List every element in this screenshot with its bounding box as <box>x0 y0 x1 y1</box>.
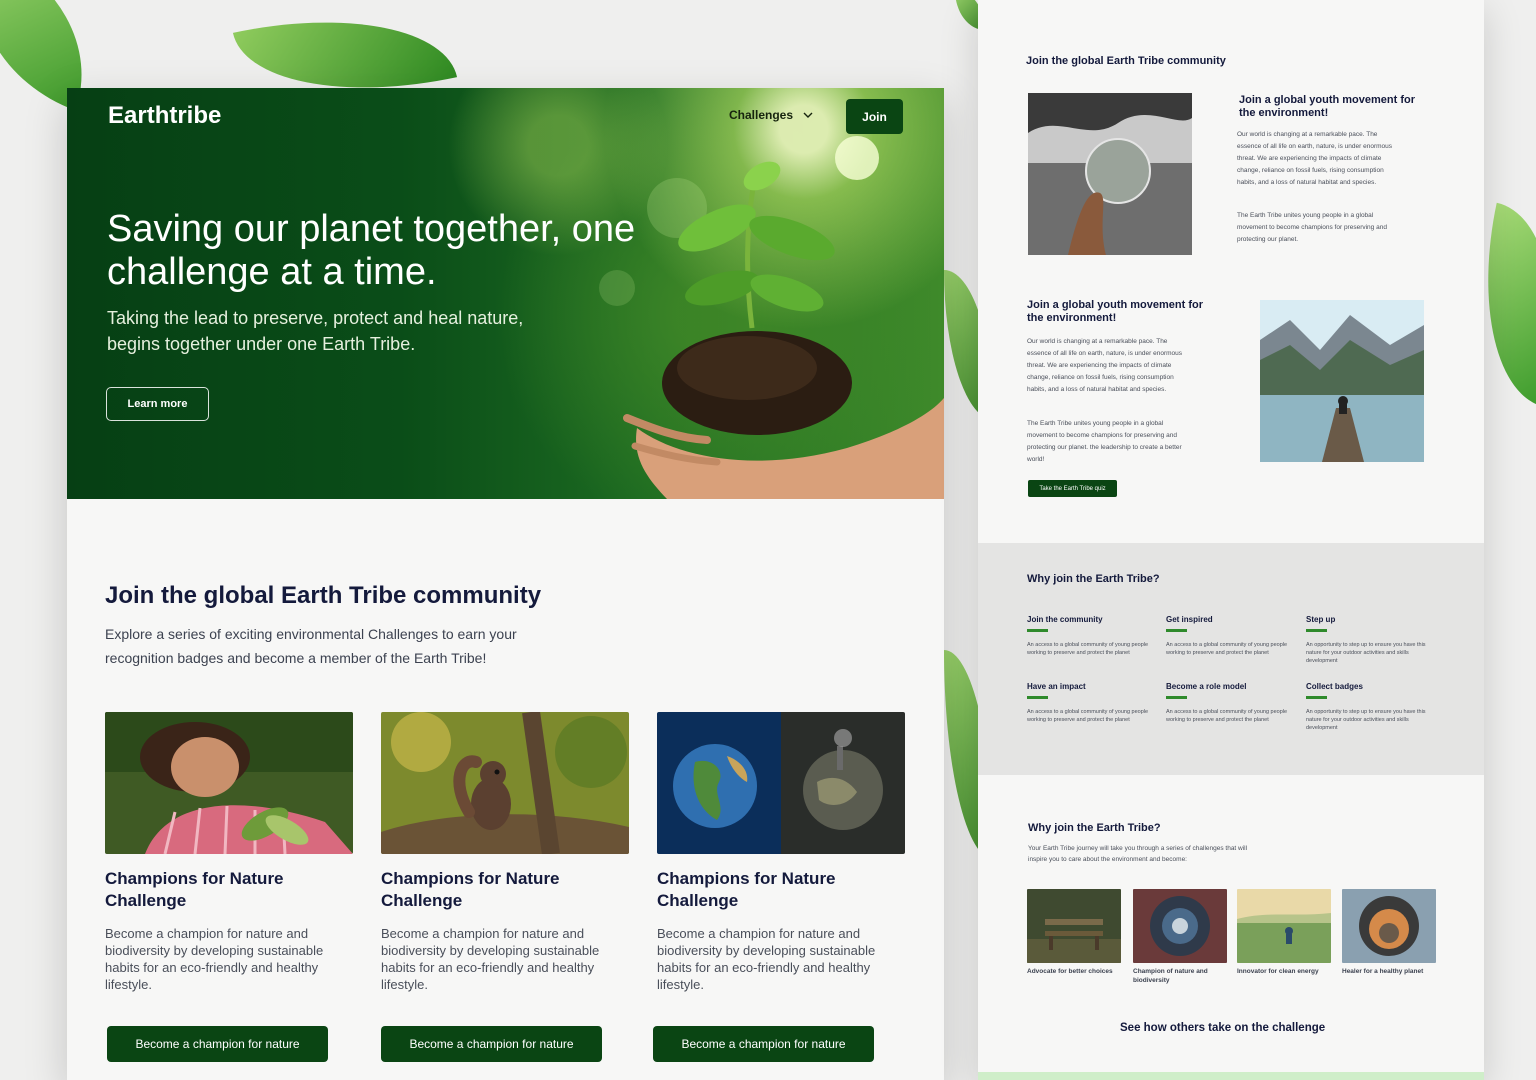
benefit-item: Collect badges An opportunity to step up… <box>1306 682 1426 732</box>
role-card[interactable]: Champion of nature and biodiversity <box>1133 889 1227 985</box>
squirrel-in-forest-image <box>381 712 629 854</box>
why-join-title-2: Why join the Earth Tribe? <box>1028 822 1161 834</box>
benefit-title: Step up <box>1306 615 1336 624</box>
benefit-accent-bar <box>1027 696 1048 699</box>
card-text: Become a champion for nature and biodive… <box>381 926 600 992</box>
role-card[interactable]: Innovator for clean energy <box>1237 889 1331 977</box>
benefit-title: Become a role model <box>1166 682 1247 691</box>
footer-accent-strip <box>978 1072 1484 1080</box>
side-community-title: Join the global Earth Tribe community <box>1026 55 1226 67</box>
card-title: Champions for Nature Challenge <box>381 869 560 910</box>
become-champion-button[interactable]: Become a champion for nature <box>653 1026 874 1062</box>
movement-paragraph-4: The Earth Tribe unites young people in a… <box>1027 420 1182 463</box>
benefit-accent-bar <box>1166 696 1187 699</box>
brand-logo[interactable]: Earthtribe <box>108 102 221 130</box>
benefit-title: Join the community <box>1027 615 1103 624</box>
benefit-text: An access to a global community of young… <box>1166 709 1288 723</box>
hand-holding-glass-ball-image <box>1028 93 1192 255</box>
role-card[interactable]: Healer for a healthy planet <box>1342 889 1436 977</box>
movement-title: Join a global youth movement for the env… <box>1239 94 1416 119</box>
become-champion-button[interactable]: Become a champion for nature <box>381 1026 602 1062</box>
card-title: Champions for Nature Challenge <box>657 869 836 910</box>
movement-paragraph: Our world is changing at a remarkable pa… <box>1237 131 1393 186</box>
why-join-subtitle: Your Earth Tribe journey will take you t… <box>1028 845 1248 863</box>
role-label: Champion of nature and biodiversity <box>1133 968 1208 984</box>
benefit-item: Get inspired An access to a global commu… <box>1166 615 1296 657</box>
hiker-overlook-image <box>1237 889 1331 963</box>
benefit-text: An access to a global community of young… <box>1166 642 1288 656</box>
benefit-text: An access to a global community of young… <box>1027 709 1149 723</box>
chevron-down-icon <box>803 112 813 118</box>
why-join-title: Why join the Earth Tribe? <box>1027 573 1160 585</box>
movement-paragraph-3: Our world is changing at a remarkable pa… <box>1027 338 1183 393</box>
benefit-title: Get inspired <box>1166 615 1213 624</box>
card-title: Champions for Nature Challenge <box>105 869 284 910</box>
see-others-link[interactable]: See how others take on the challenge <box>1120 1022 1325 1034</box>
healthy-vs-polluted-earth-image <box>657 712 905 854</box>
woman-with-plant-image <box>105 712 353 854</box>
benefit-accent-bar <box>1027 629 1048 632</box>
benefit-text: An opportunity to step up to ensure you … <box>1306 709 1426 731</box>
role-label: Healer for a healthy planet <box>1342 968 1424 975</box>
benefit-title: Collect badges <box>1306 682 1363 691</box>
challenge-card: Champions for Nature Challenge Become a … <box>653 712 905 1062</box>
role-label: Innovator for clean energy <box>1237 968 1319 975</box>
nav-challenges-label: Challenges <box>729 108 794 122</box>
benefit-item: Become a role model An access to a globa… <box>1166 682 1296 724</box>
become-champion-button[interactable]: Become a champion for nature <box>107 1026 328 1062</box>
why-join-section: Why join the Earth Tribe? Join the commu… <box>978 543 1484 775</box>
card-text: Become a champion for nature and biodive… <box>105 926 324 992</box>
challenge-card: Champions for Nature Challenge Become a … <box>381 712 629 1062</box>
benefit-item: Step up An opportunity to step up to ens… <box>1306 615 1426 665</box>
card-text: Become a champion for nature and biodive… <box>657 926 876 992</box>
benefit-accent-bar <box>1306 629 1327 632</box>
hero-subtitle: Taking the lead to preserve, protect and… <box>107 308 524 354</box>
benefit-title: Have an impact <box>1027 682 1086 691</box>
benefit-text: An opportunity to step up to ensure you … <box>1306 642 1426 664</box>
nav-challenges-dropdown[interactable]: Challenges <box>729 108 813 122</box>
movement-title-2: Join a global youth movement for the env… <box>1027 299 1204 324</box>
crystal-ball-image <box>1342 889 1436 963</box>
benefit-item: Join the community An access to a global… <box>1027 615 1157 657</box>
benefit-accent-bar <box>1166 629 1187 632</box>
movement-paragraph-2: The Earth Tribe unites young people in a… <box>1237 212 1387 243</box>
take-quiz-button[interactable]: Take the Earth Tribe quiz <box>1028 480 1117 497</box>
detail-page-preview: Join the global Earth Tribe community Jo… <box>978 0 1484 1080</box>
seedling-in-hands-image <box>599 136 944 499</box>
benefit-text: An access to a global community of young… <box>1027 642 1149 656</box>
landing-page: Earthtribe Challenges Join Saving our pl… <box>67 88 944 1080</box>
community-title: Join the global Earth Tribe community <box>105 582 542 609</box>
bench-in-forest-image <box>1027 889 1121 963</box>
benefit-accent-bar <box>1306 696 1327 699</box>
role-label: Advocate for better choices <box>1027 968 1113 975</box>
learn-more-button[interactable]: Learn more <box>106 387 209 421</box>
role-card[interactable]: Advocate for better choices <box>1027 889 1121 977</box>
planet-sphere-image <box>1133 889 1227 963</box>
join-button[interactable]: Join <box>846 99 903 134</box>
challenge-card: Champions for Nature Challenge Become a … <box>105 712 353 1062</box>
hero-banner: Earthtribe Challenges Join Saving our pl… <box>67 88 944 499</box>
hero-title: Saving our planet together, one challeng… <box>107 208 636 293</box>
benefit-item: Have an impact An access to a global com… <box>1027 682 1157 724</box>
community-subtitle: Explore a series of exciting environment… <box>105 626 517 666</box>
mountain-lake-pier-image <box>1260 300 1424 462</box>
